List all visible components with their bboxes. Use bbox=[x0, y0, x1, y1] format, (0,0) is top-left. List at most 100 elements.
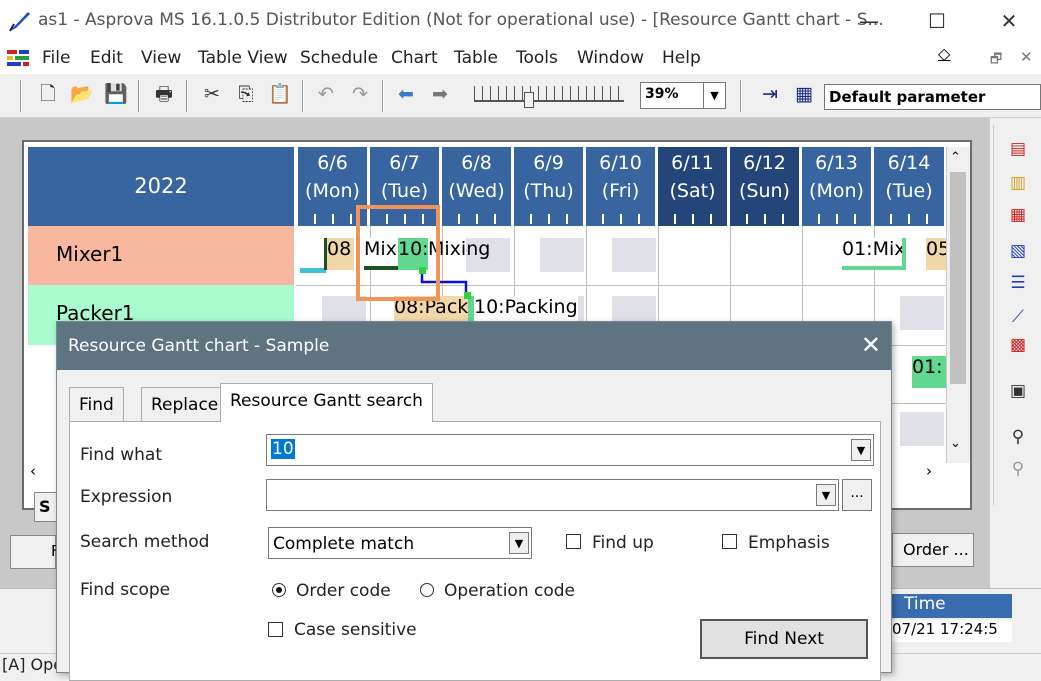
toolbar-separator bbox=[382, 80, 384, 112]
status-text: [A] Ope bbox=[2, 655, 64, 674]
parameter-grid-icon[interactable]: ▦ bbox=[790, 80, 818, 108]
zoom-slider[interactable] bbox=[474, 86, 624, 102]
parameter-in-icon[interactable]: ⇥ bbox=[756, 80, 784, 108]
menu-window[interactable]: Window bbox=[577, 48, 644, 68]
chevron-down-icon[interactable]: ▼ bbox=[703, 83, 725, 108]
toolbar-separator bbox=[186, 80, 188, 112]
search-method-label: Search method bbox=[80, 532, 210, 552]
menu-table[interactable]: Table bbox=[454, 48, 498, 68]
zoom-slider-thumb[interactable] bbox=[524, 92, 534, 108]
expression-label: Expression bbox=[80, 487, 173, 507]
zoom-in-icon[interactable]: ⚲ bbox=[1005, 458, 1031, 480]
scroll-up-icon[interactable]: ⌃ bbox=[950, 150, 961, 165]
bar-chart-icon[interactable]: ☰ bbox=[1005, 272, 1031, 294]
undo-icon[interactable]: ↶ bbox=[312, 80, 340, 108]
case-sensitive-checkbox[interactable] bbox=[268, 622, 283, 637]
operation-bar[interactable]: 05 bbox=[926, 238, 946, 270]
toolbar-grip bbox=[20, 80, 22, 112]
back-arrow-icon[interactable]: ⬅ bbox=[392, 80, 420, 108]
mdi-icon[interactable]: ◇ bbox=[938, 44, 962, 64]
open-folder-icon[interactable]: 📂 bbox=[68, 80, 96, 108]
day-header: 6/8 (Wed) bbox=[442, 147, 513, 226]
copy-icon[interactable]: ⎘ bbox=[232, 80, 260, 108]
redo-icon[interactable]: ↷ bbox=[346, 80, 374, 108]
menu-schedule[interactable]: Schedule bbox=[300, 48, 378, 68]
parameter-select[interactable]: Default parameter bbox=[824, 84, 1041, 110]
find-scope-label: Find scope bbox=[80, 580, 171, 600]
tab-find[interactable]: Find bbox=[69, 387, 124, 421]
toolbar-separator bbox=[740, 80, 742, 112]
tab-replace[interactable]: Replace bbox=[141, 387, 229, 421]
cut-icon[interactable]: ✂ bbox=[198, 80, 226, 108]
expression-builder-button[interactable]: ... bbox=[842, 479, 872, 511]
matrix-icon[interactable]: ▩ bbox=[1005, 334, 1031, 356]
minimize-button[interactable]: — bbox=[846, 6, 892, 36]
scope-order-radio[interactable] bbox=[272, 583, 286, 597]
resource-row-mixer1[interactable]: Mixer1 bbox=[28, 226, 294, 285]
mdi-close-icon[interactable]: ✕ bbox=[1020, 48, 1033, 66]
scope-operation-radio[interactable] bbox=[420, 583, 434, 597]
scope-operation-label: Operation code bbox=[444, 581, 576, 601]
day-header: 6/10 (Fri) bbox=[586, 147, 657, 226]
resource-chart-icon[interactable]: ▥ bbox=[1005, 172, 1031, 194]
forward-arrow-icon[interactable]: ➡ bbox=[426, 80, 454, 108]
menu-file[interactable]: File bbox=[42, 48, 70, 68]
operation-bar[interactable]: 08 bbox=[324, 238, 354, 270]
load-graph-icon[interactable]: ⟋ bbox=[1005, 306, 1031, 328]
chevron-down-icon[interactable]: ▼ bbox=[509, 532, 529, 554]
idle-block bbox=[612, 238, 656, 272]
operation-bar[interactable] bbox=[300, 268, 326, 273]
app-feather-icon bbox=[9, 12, 30, 32]
scrollbar-thumb[interactable] bbox=[950, 172, 966, 384]
scroll-right-icon[interactable]: › bbox=[926, 462, 932, 480]
search-method-select[interactable]: Complete match ▼ bbox=[268, 527, 532, 559]
new-file-icon[interactable]: 🗋 bbox=[34, 80, 62, 108]
expression-input[interactable]: ▼ bbox=[266, 479, 839, 511]
properties-icon[interactable]: ▣ bbox=[1005, 380, 1031, 402]
operation-bar[interactable]: 01: bbox=[912, 356, 946, 388]
day-header: 6/13 (Mon) bbox=[802, 147, 873, 226]
paste-icon[interactable]: 📋 bbox=[266, 80, 294, 108]
time-cell: 07/21 17:24:5 bbox=[892, 620, 1012, 642]
save-icon[interactable]: 💾 bbox=[102, 80, 130, 108]
menu-view[interactable]: View bbox=[141, 48, 181, 68]
menu-chart[interactable]: Chart bbox=[391, 48, 438, 68]
toolbar-separator bbox=[138, 80, 140, 112]
chevron-down-icon[interactable]: ▼ bbox=[816, 484, 836, 506]
close-button[interactable]: ✕ bbox=[986, 6, 1032, 36]
menu-tools[interactable]: Tools bbox=[516, 48, 558, 68]
case-sensitive-label: Case sensitive bbox=[294, 620, 417, 640]
zoom-out-icon[interactable]: ⚲ bbox=[1005, 426, 1031, 448]
dialog-close-button[interactable]: ✕ bbox=[861, 322, 881, 370]
scope-order-label: Order code bbox=[296, 581, 391, 601]
dialog-title: Resource Gantt chart - Sample bbox=[57, 322, 891, 370]
find-what-input[interactable]: 10 ▼ bbox=[266, 434, 874, 466]
scroll-left-icon[interactable]: ‹ bbox=[30, 462, 36, 480]
window-title: as1 - Asprova MS 16.1.0.5 Distributor Ed… bbox=[38, 10, 884, 30]
table-chart-icon[interactable]: ▧ bbox=[1005, 240, 1031, 262]
gantt-chart-icon[interactable]: ▤ bbox=[1005, 138, 1031, 160]
mdi-restore-icon[interactable]: 🗗 bbox=[990, 50, 1002, 72]
side-tab-f[interactable]: F bbox=[10, 535, 60, 569]
menu-table-view[interactable]: Table View bbox=[198, 48, 288, 68]
order-chart-icon[interactable]: ▦ bbox=[1005, 204, 1031, 226]
tab-resource-gantt-search[interactable]: Resource Gantt search bbox=[220, 383, 433, 422]
time-column-header: Time bbox=[892, 594, 1012, 618]
find-next-button[interactable]: Find Next bbox=[700, 619, 868, 659]
operation-bar[interactable]: 01:Mixing bbox=[842, 238, 906, 270]
parameter-value: Default parameter bbox=[829, 88, 986, 106]
chevron-down-icon[interactable]: ▼ bbox=[851, 439, 871, 461]
order-tab[interactable]: Order ... bbox=[892, 533, 974, 567]
menu-help[interactable]: Help bbox=[662, 48, 701, 68]
find-up-checkbox[interactable] bbox=[566, 534, 581, 549]
zoom-select[interactable]: 39% ▼ bbox=[640, 82, 726, 109]
find-what-label: Find what bbox=[80, 445, 162, 465]
menu-edit[interactable]: Edit bbox=[90, 48, 123, 68]
search-method-value: Complete match bbox=[273, 534, 415, 554]
emphasis-checkbox[interactable] bbox=[722, 534, 737, 549]
scroll-down-icon[interactable]: ⌄ bbox=[950, 436, 961, 451]
find-what-value: 10 bbox=[271, 439, 295, 459]
find-up-label: Find up bbox=[592, 533, 654, 553]
print-icon[interactable]: 🖶 bbox=[150, 80, 178, 108]
maximize-button[interactable]: ☐ bbox=[914, 6, 960, 36]
